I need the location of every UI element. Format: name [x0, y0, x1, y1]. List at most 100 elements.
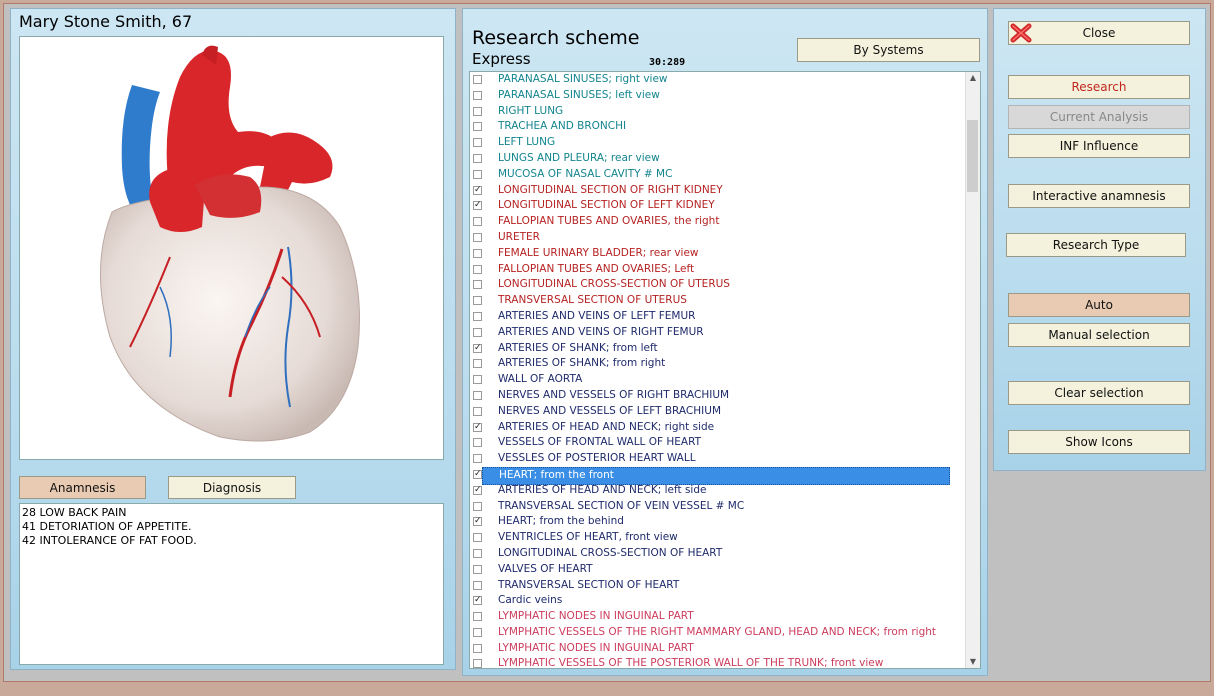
list-item[interactable]: VALVES OF HEART [470, 562, 966, 578]
manual-selection-button[interactable]: Manual selection [1008, 323, 1190, 347]
item-checkbox[interactable] [473, 627, 482, 637]
list-item[interactable]: ✓ ARTERIES OF HEAD AND NECK; left side [470, 483, 966, 499]
list-item[interactable]: ARTERIES AND VEINS OF RIGHT FEMUR [470, 325, 966, 341]
item-checkbox[interactable] [473, 75, 482, 84]
list-item[interactable]: ✓ HEART; from the behind [470, 514, 966, 530]
item-checkbox[interactable]: ✓ [473, 485, 482, 495]
item-checkbox[interactable] [473, 327, 482, 337]
list-item[interactable]: LONGITUDINAL CROSS-SECTION OF HEART [470, 546, 966, 562]
item-checkbox[interactable] [473, 390, 482, 400]
list-item[interactable]: LYMPHATIC VESSELS OF THE RIGHT MAMMARY G… [470, 625, 966, 641]
item-checkbox[interactable] [473, 359, 482, 369]
scroll-down-icon[interactable]: ▼ [966, 656, 980, 668]
scroll-thumb[interactable] [967, 120, 978, 192]
item-checkbox[interactable] [473, 612, 482, 622]
list-item[interactable]: RIGHT LUNG [470, 104, 966, 120]
list-item[interactable]: LUNGS AND PLEURA; rear view [470, 151, 966, 167]
research-type-button[interactable]: Research Type [1006, 233, 1186, 257]
item-checkbox[interactable]: ✓ [473, 201, 482, 211]
list-item[interactable]: ARTERIES OF SHANK; from right [470, 356, 966, 372]
item-label: ARTERIES OF HEAD AND NECK; right side [498, 420, 715, 433]
diagnosis-button[interactable]: Diagnosis [168, 476, 296, 499]
item-checkbox[interactable] [473, 217, 482, 227]
list-item[interactable]: ✓ ARTERIES OF SHANK; from left [470, 341, 966, 357]
item-checkbox[interactable] [473, 232, 482, 242]
heart-illustration [100, 45, 360, 442]
item-checkbox[interactable] [473, 138, 482, 148]
list-item[interactable]: NERVES AND VESSELS OF LEFT BRACHIUM [470, 404, 966, 420]
list-item[interactable]: WALL OF AORTA [470, 372, 966, 388]
item-checkbox[interactable]: ✓ [473, 517, 482, 527]
list-item[interactable]: VESSELS OF FRONTAL WALL OF HEART [470, 435, 966, 451]
item-checkbox[interactable]: ✓ [473, 343, 482, 353]
item-checkbox[interactable] [473, 375, 482, 385]
list-item[interactable]: TRANSVERSAL SECTION OF UTERUS [470, 293, 966, 309]
item-checkbox[interactable] [473, 248, 482, 258]
scroll-up-icon[interactable]: ▲ [966, 72, 980, 84]
list-item[interactable]: VENTRICLES OF HEART, front view [470, 530, 966, 546]
item-checkbox[interactable] [473, 169, 482, 179]
list-item[interactable]: FALLOPIAN TUBES AND OVARIES; Left [470, 262, 966, 278]
item-checkbox[interactable] [473, 548, 482, 558]
list-item[interactable]: NERVES AND VESSELS OF RIGHT BRACHIUM [470, 388, 966, 404]
list-item[interactable]: MUCOSA OF NASAL CAVITY # MC [470, 167, 966, 183]
interactive-anamnesis-button[interactable]: Interactive anamnesis [1008, 184, 1190, 208]
item-label: LONGITUDINAL CROSS-SECTION OF UTERUS [498, 278, 730, 291]
item-checkbox[interactable] [473, 406, 482, 416]
list-item[interactable]: LONGITUDINAL CROSS-SECTION OF UTERUS [470, 277, 966, 293]
anamnesis-button[interactable]: Anamnesis [19, 476, 146, 499]
list-item[interactable]: TRANSVERSAL SECTION OF HEART [470, 578, 966, 594]
list-item[interactable]: ✓ HEART; from the front [470, 466, 966, 485]
list-item[interactable]: ARTERIES AND VEINS OF LEFT FEMUR [470, 309, 966, 325]
list-item[interactable]: FEMALE URINARY BLADDER; rear view [470, 246, 966, 262]
item-checkbox[interactable]: ✓ [473, 185, 482, 195]
item-checkbox[interactable] [473, 153, 482, 163]
item-checkbox[interactable] [473, 90, 482, 100]
item-checkbox[interactable]: ✓ [473, 596, 482, 606]
item-checkbox[interactable] [473, 438, 482, 448]
auto-button[interactable]: Auto [1008, 293, 1190, 317]
item-checkbox[interactable] [473, 564, 482, 574]
close-button[interactable]: Close [1008, 21, 1190, 45]
list-item[interactable]: LYMPHATIC NODES IN INGUINAL PART [470, 641, 966, 657]
research-button[interactable]: Research [1008, 75, 1190, 99]
item-checkbox[interactable] [473, 280, 482, 290]
item-checkbox[interactable] [473, 454, 482, 464]
item-checkbox[interactable] [473, 264, 482, 274]
item-label: LONGITUDINAL CROSS-SECTION OF HEART [498, 546, 723, 559]
list-item[interactable]: TRANSVERSAL SECTION OF VEIN VESSEL # MC [470, 499, 966, 515]
list-item[interactable]: ✓ LONGITUDINAL SECTION OF LEFT KIDNEY [470, 198, 966, 214]
list-item[interactable]: LYMPHATIC VESSELS OF THE POSTERIOR WALL … [470, 656, 966, 668]
item-checkbox[interactable]: ✓ [473, 469, 482, 479]
list-item[interactable]: ✓ LONGITUDINAL SECTION OF RIGHT KIDNEY [470, 183, 966, 199]
list-item[interactable]: TRACHEA AND BRONCHI [470, 119, 966, 135]
complaints-box[interactable]: 28 LOW BACK PAIN 41 DETORIATION OF APPET… [19, 503, 444, 665]
clear-selection-button[interactable]: Clear selection [1008, 381, 1190, 405]
by-systems-button[interactable]: By Systems [797, 38, 980, 62]
item-checkbox[interactable]: ✓ [473, 422, 482, 432]
list-item[interactable]: ✓ ARTERIES OF HEAD AND NECK; right side [470, 420, 966, 436]
item-checkbox[interactable] [473, 296, 482, 306]
item-checkbox[interactable] [473, 659, 482, 668]
current-analysis-button[interactable]: Current Analysis [1008, 105, 1190, 129]
item-checkbox[interactable] [473, 533, 482, 543]
close-label: Close [1082, 26, 1116, 40]
item-checkbox[interactable] [473, 580, 482, 590]
list-item[interactable]: PARANASAL SINUSES; left view [470, 88, 966, 104]
item-checkbox[interactable] [473, 643, 482, 653]
organ-list[interactable]: PARANASAL SINUSES; right view PARANASAL S… [469, 71, 981, 669]
item-checkbox[interactable] [473, 311, 482, 321]
show-icons-button[interactable]: Show Icons [1008, 430, 1190, 454]
list-item[interactable]: VESSLES OF POSTERIOR HEART WALL [470, 451, 966, 467]
item-checkbox[interactable] [473, 501, 482, 511]
inf-influence-button[interactable]: INF Influence [1008, 134, 1190, 158]
item-checkbox[interactable] [473, 106, 482, 116]
item-checkbox[interactable] [473, 122, 482, 132]
list-item[interactable]: ✓ Cardic veins [470, 593, 966, 609]
list-item[interactable]: URETER [470, 230, 966, 246]
list-item[interactable]: LYMPHATIC NODES IN INGUINAL PART [470, 609, 966, 625]
list-scrollbar[interactable]: ▲ ▼ [965, 72, 980, 668]
list-item[interactable]: FALLOPIAN TUBES AND OVARIES, the right [470, 214, 966, 230]
list-item[interactable]: LEFT LUNG [470, 135, 966, 151]
list-item[interactable]: PARANASAL SINUSES; right view [470, 72, 966, 88]
